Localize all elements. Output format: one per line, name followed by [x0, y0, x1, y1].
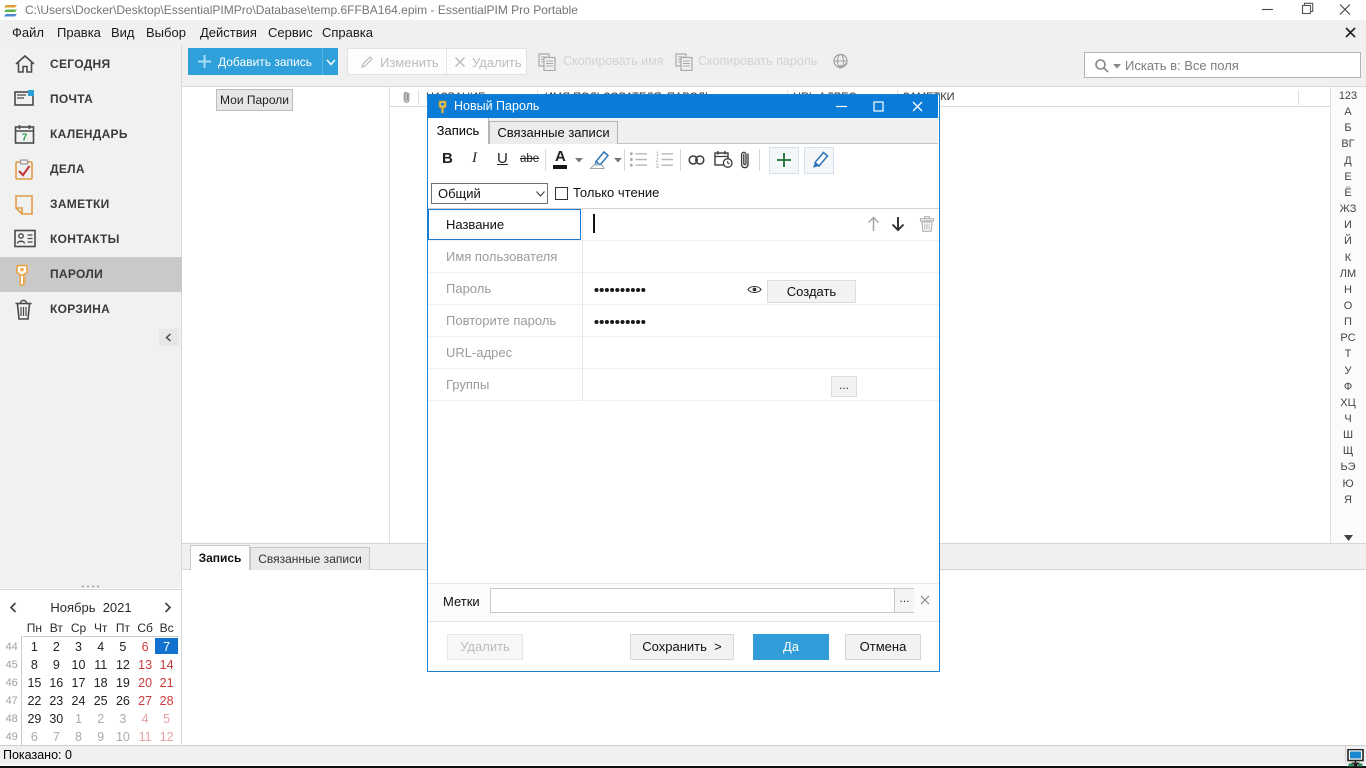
svg-text:3: 3 [656, 164, 660, 168]
svg-text:7: 7 [22, 133, 28, 144]
